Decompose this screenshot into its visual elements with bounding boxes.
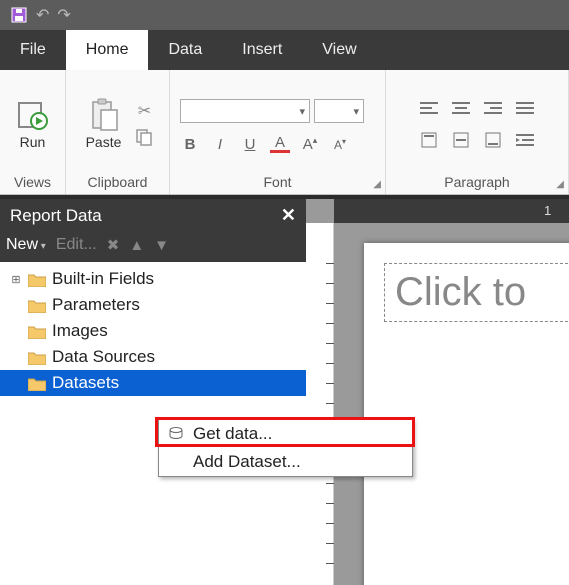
- align-bottom-icon[interactable]: [480, 127, 506, 153]
- panel-header: Report Data ✕: [0, 199, 306, 232]
- close-icon[interactable]: ✕: [281, 205, 296, 226]
- paste-button[interactable]: Paste: [80, 94, 128, 154]
- canvas[interactable]: Click to: [334, 223, 569, 585]
- tree-item-datasets[interactable]: Datasets: [0, 370, 306, 396]
- tab-view[interactable]: View: [302, 30, 376, 70]
- tree-item-images[interactable]: Images: [0, 318, 306, 344]
- ctx-get-data[interactable]: Get data...: [159, 420, 412, 448]
- group-clipboard: Paste ✂ Clipboard: [66, 70, 170, 194]
- folder-icon: [28, 376, 46, 390]
- paste-icon: [87, 98, 121, 132]
- tree-item-parameters[interactable]: Parameters: [0, 292, 306, 318]
- bold-button[interactable]: B: [180, 136, 200, 153]
- tree-label: Images: [52, 321, 108, 341]
- shrink-font-button[interactable]: A▾: [330, 137, 350, 152]
- move-up-icon: ▲: [129, 237, 144, 254]
- tree-label: Datasets: [52, 373, 119, 393]
- run-button[interactable]: Run: [10, 94, 56, 154]
- tab-file[interactable]: File: [0, 30, 66, 70]
- panel-toolbar: New Edit... ✖ ▲ ▼: [0, 232, 306, 262]
- tab-home[interactable]: Home: [66, 30, 149, 70]
- align-justify-icon[interactable]: [512, 95, 538, 121]
- font-color-button[interactable]: A: [270, 136, 290, 153]
- quick-access-toolbar: ↶ ↷: [0, 0, 569, 30]
- font-launcher-icon[interactable]: ◢: [373, 179, 381, 190]
- design-surface: 1 Click to: [306, 199, 569, 585]
- panel-new-button[interactable]: New: [6, 236, 46, 254]
- main-area: Report Data ✕ New Edit... ✖ ▲ ▼ ⊞ Built-…: [0, 199, 569, 585]
- align-left-icon[interactable]: [416, 95, 442, 121]
- run-icon: [16, 98, 50, 132]
- move-down-icon: ▼: [154, 237, 169, 254]
- context-menu: Get data... Add Dataset...: [158, 419, 413, 477]
- ribbon: Run Views Paste ✂ Clipboard: [0, 70, 569, 195]
- title-placeholder[interactable]: Click to: [384, 263, 569, 322]
- ctx-get-data-label: Get data...: [193, 424, 272, 444]
- group-views-label: Views: [0, 172, 65, 194]
- copy-icon[interactable]: [133, 126, 155, 148]
- group-paragraph-label: Paragraph◢: [386, 172, 568, 194]
- italic-button[interactable]: I: [210, 136, 230, 153]
- align-top-icon[interactable]: [416, 127, 442, 153]
- folder-icon: [28, 324, 46, 338]
- report-data-panel: Report Data ✕ New Edit... ✖ ▲ ▼ ⊞ Built-…: [0, 199, 306, 585]
- ruler-vertical: [306, 223, 334, 585]
- group-views: Run Views: [0, 70, 66, 194]
- paragraph-launcher-icon[interactable]: ◢: [556, 179, 564, 190]
- indent-icon[interactable]: [512, 127, 538, 153]
- ctx-add-dataset[interactable]: Add Dataset...: [159, 448, 412, 476]
- folder-icon: [28, 272, 46, 286]
- blank-icon: [167, 453, 185, 471]
- get-data-icon: [167, 425, 185, 443]
- redo-icon[interactable]: ↷: [57, 5, 70, 25]
- panel-title: Report Data: [10, 206, 102, 226]
- font-size-combo[interactable]: ▾: [314, 99, 364, 123]
- cut-icon[interactable]: ✂: [133, 100, 155, 122]
- group-font: ▾ ▾ B I U A A▴ A▾ Font◢: [170, 70, 386, 194]
- ruler-horizontal: 1: [334, 199, 569, 223]
- delete-icon: ✖: [107, 236, 120, 254]
- save-icon[interactable]: [10, 6, 28, 24]
- underline-button[interactable]: U: [240, 136, 260, 153]
- tab-insert[interactable]: Insert: [222, 30, 302, 70]
- grow-font-button[interactable]: A▴: [300, 135, 320, 153]
- align-center-icon[interactable]: [448, 95, 474, 121]
- tree-label: Built-in Fields: [52, 269, 154, 289]
- font-family-combo[interactable]: ▾: [180, 99, 310, 123]
- align-middle-icon[interactable]: [448, 127, 474, 153]
- folder-icon: [28, 350, 46, 364]
- paste-label: Paste: [86, 134, 122, 150]
- ribbon-tabs: File Home Data Insert View: [0, 30, 569, 70]
- expand-icon[interactable]: ⊞: [10, 273, 22, 286]
- align-right-icon[interactable]: [480, 95, 506, 121]
- tree-item-builtin-fields[interactable]: ⊞ Built-in Fields: [0, 266, 306, 292]
- folder-icon: [28, 298, 46, 312]
- run-label: Run: [20, 134, 46, 150]
- report-page[interactable]: Click to: [364, 243, 569, 585]
- tab-data[interactable]: Data: [148, 30, 222, 70]
- tree-label: Parameters: [52, 295, 140, 315]
- tree-label: Data Sources: [52, 347, 155, 367]
- tree: ⊞ Built-in Fields Parameters Images Data…: [0, 262, 306, 400]
- tree-item-data-sources[interactable]: Data Sources: [0, 344, 306, 370]
- undo-icon[interactable]: ↶: [36, 5, 49, 25]
- panel-edit-button: Edit...: [56, 236, 97, 254]
- group-paragraph: Paragraph◢: [386, 70, 569, 194]
- group-clipboard-label: Clipboard: [66, 172, 169, 194]
- group-font-label: Font◢: [170, 172, 385, 194]
- ctx-add-dataset-label: Add Dataset...: [193, 452, 301, 472]
- ruler-tick-label: 1: [544, 203, 551, 218]
